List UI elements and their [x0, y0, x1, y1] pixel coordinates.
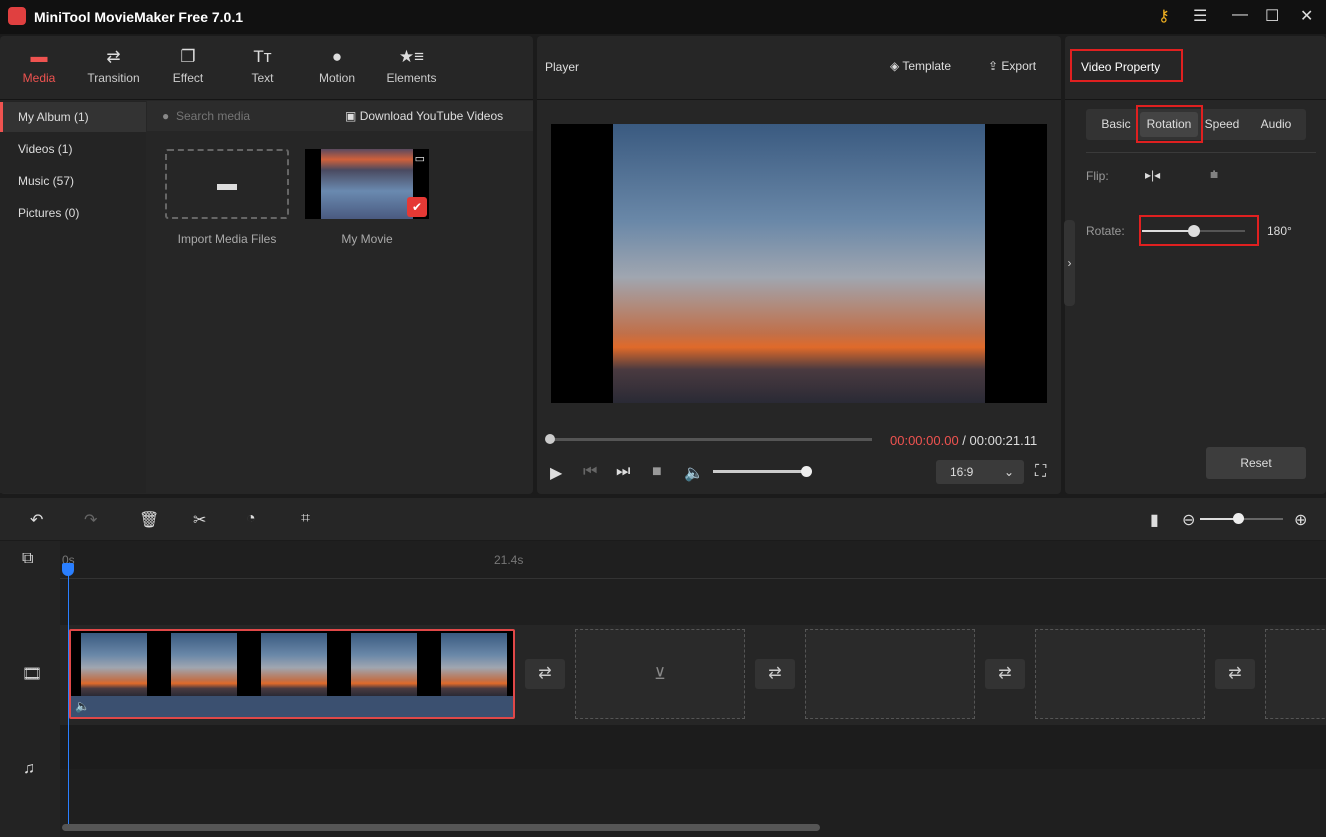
current-time: 00:00:00.00	[890, 433, 959, 448]
flip-label: Flip:	[1086, 169, 1109, 183]
folder-icon: ▬	[217, 173, 237, 195]
elements-icon: ★≡	[398, 47, 425, 66]
key-icon[interactable]: ⚷	[1158, 6, 1170, 26]
app-title: MiniTool MovieMaker Free 7.0.1	[34, 9, 244, 25]
upload-icon: ⇪	[988, 59, 999, 73]
drop-slot[interactable]	[1265, 629, 1326, 719]
volume-handle[interactable]	[801, 466, 812, 477]
volume-icon[interactable]: 🔈	[684, 463, 704, 483]
seek-handle[interactable]	[545, 434, 555, 444]
media-clip[interactable]: ▭ ✔	[305, 149, 429, 219]
text-icon: Tт	[253, 47, 272, 66]
sidebar-item[interactable]: Music (57)	[0, 166, 146, 196]
total-time: 00:00:21.11	[969, 433, 1038, 448]
effect-icon: ❐	[180, 47, 196, 66]
fullscreen-icon[interactable]: ⛶	[1035, 463, 1046, 481]
audio-track	[60, 725, 1326, 769]
add-track-icon[interactable]: ⧉	[22, 550, 33, 568]
transition-slot[interactable]: ⇄	[755, 659, 795, 689]
tab-speed[interactable]: Speed	[1196, 112, 1248, 137]
player-title: Player	[545, 60, 580, 74]
chevron-down-icon: ⌄	[1003, 465, 1014, 479]
video-preview[interactable]	[551, 124, 1047, 403]
download-icon: ⊻	[654, 666, 666, 683]
collapse-panel-button[interactable]: ›	[1064, 220, 1075, 306]
minimize-button[interactable]: —	[1232, 6, 1248, 24]
tab-audio[interactable]: Audio	[1250, 112, 1302, 137]
tab-media[interactable]: ▬ Media	[4, 46, 74, 85]
export-button[interactable]: ⇪ Export	[988, 59, 1036, 73]
import-label: Import Media Files	[177, 232, 277, 246]
sidebar-item[interactable]: Videos (1)	[0, 134, 146, 164]
redo-icon[interactable]: ↷	[84, 510, 97, 530]
app-logo	[8, 7, 26, 25]
undo-icon[interactable]: ↶	[30, 510, 43, 530]
sidebar-item[interactable]: Pictures (0)	[0, 198, 146, 228]
ruler-label: 21.4s	[494, 553, 524, 567]
template-button[interactable]: ◈ Template	[890, 59, 951, 73]
tab-effect[interactable]: ❐ Effect	[153, 46, 223, 85]
timeline-clip[interactable]: 🔈	[69, 629, 515, 719]
clip-volume-icon[interactable]: 🔈	[75, 699, 90, 713]
seek-bar[interactable]	[550, 438, 872, 441]
flip-horizontal-icon[interactable]: ▸|◂	[1145, 168, 1160, 182]
horizontal-scrollbar[interactable]	[62, 824, 820, 831]
folder-icon: ▬	[30, 47, 48, 66]
transition-slot[interactable]: ⇄	[1215, 659, 1255, 689]
fit-timeline-icon[interactable]: ▮	[1150, 510, 1159, 530]
aspect-ratio-select[interactable]: 16:9 ⌄	[936, 460, 1024, 484]
rotate-handle[interactable]	[1187, 225, 1200, 237]
delete-icon[interactable]: 🗑	[139, 510, 159, 530]
playhead[interactable]	[68, 566, 69, 826]
reset-button[interactable]: Reset	[1206, 447, 1306, 479]
zoom-in-icon[interactable]: ⊕	[1294, 510, 1307, 530]
tab-elements[interactable]: ★≡ Elements	[377, 46, 447, 85]
tab-text[interactable]: Tт Text	[228, 46, 298, 85]
tab-transition[interactable]: ⇄ Transition	[79, 46, 149, 85]
flip-vertical-icon[interactable]: ⩧	[1210, 166, 1218, 183]
drop-slot[interactable]	[805, 629, 975, 719]
speed-icon[interactable]: ◔	[246, 510, 256, 528]
motion-icon: ●	[331, 47, 343, 66]
zoom-out-icon[interactable]: ⊖	[1182, 510, 1195, 530]
close-button[interactable]: ✕	[1300, 6, 1313, 26]
crop-icon[interactable]: ⌗	[301, 510, 310, 528]
transition-slot[interactable]: ⇄	[985, 659, 1025, 689]
music-icon: ♫	[23, 760, 35, 777]
play-icon[interactable]: ▶	[550, 463, 562, 483]
menu-icon[interactable]: ☰	[1193, 6, 1207, 26]
split-icon[interactable]: ✂	[193, 510, 206, 530]
download-youtube-button[interactable]: ▣ Download YouTube Videos	[345, 109, 503, 123]
tab-motion[interactable]: ● Motion	[302, 46, 372, 85]
film-icon: 🎞	[22, 666, 43, 683]
zoom-handle[interactable]	[1233, 513, 1244, 524]
previous-frame-icon[interactable]: ⏮	[583, 463, 597, 481]
youtube-icon: ▣	[345, 109, 357, 123]
drop-slot[interactable]: ⊻	[575, 629, 745, 719]
rotate-label: Rotate:	[1086, 224, 1125, 238]
property-title: Video Property	[1081, 60, 1161, 74]
transition-slot[interactable]: ⇄	[525, 659, 565, 689]
stop-icon[interactable]: ■	[652, 463, 662, 481]
import-media-button[interactable]: ▬	[165, 149, 289, 219]
playhead-handle[interactable]	[62, 563, 74, 576]
sidebar-item[interactable]: My Album (1)	[0, 102, 146, 132]
search-icon: ●	[162, 109, 170, 123]
volume-slider[interactable]	[713, 470, 807, 473]
clip-label: My Movie	[341, 232, 393, 246]
layers-icon: ◈	[890, 59, 900, 73]
next-frame-icon[interactable]: ⏭	[616, 463, 630, 481]
checked-icon: ✔	[407, 197, 427, 217]
rotate-value: 180°	[1267, 224, 1292, 238]
drop-slot[interactable]	[1035, 629, 1205, 719]
tab-basic[interactable]: Basic	[1090, 112, 1142, 137]
search-input[interactable]	[176, 107, 326, 125]
swap-icon: ⇄	[106, 47, 121, 66]
video-icon: ▭	[414, 153, 425, 165]
maximize-button[interactable]: ☐	[1265, 6, 1279, 26]
